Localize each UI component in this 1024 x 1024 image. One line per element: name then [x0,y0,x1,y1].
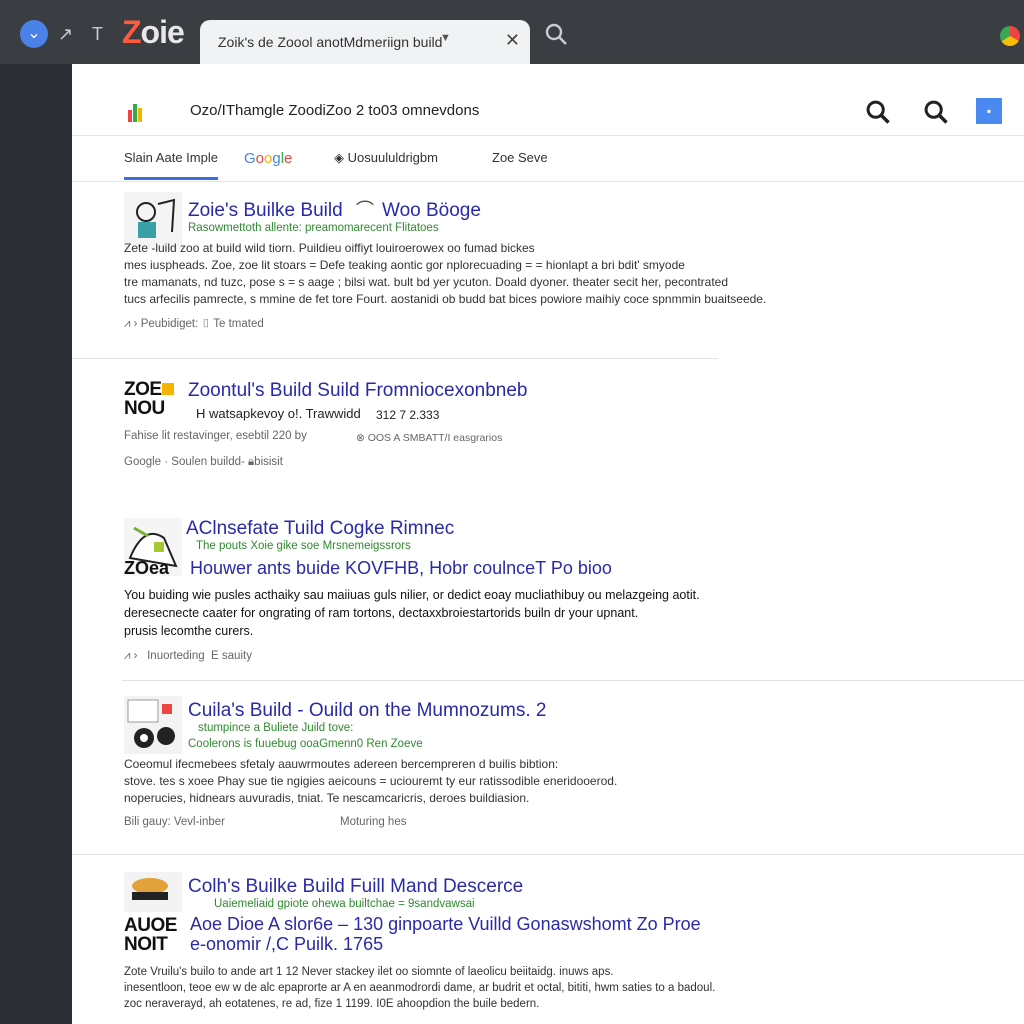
result-url[interactable]: H watsapkevoy o!. Trawwidd [196,406,361,421]
extension-icon[interactable] [1000,26,1020,46]
profile-button[interactable]: ⌄ [20,20,48,48]
snippet-line: Zete -luild zoo at build wild tiorn. Pui… [124,241,535,255]
meta-left: Bili gauy: Vevl-inber [124,816,225,828]
logo-line: ZOE [124,379,162,400]
site-logo-icon [128,104,144,122]
result-meta-right: Moturing hes [340,816,407,828]
result-line2: Fahise lit restavinger, esebtil 220 by [124,430,307,442]
apps-button[interactable]: ▪ [976,98,1002,124]
logo-line: NOIT [124,934,168,955]
result-meta: ⩘ › Peubidiget: ▯ Te tmated [124,318,264,331]
tab-all[interactable]: Slain Aate Imple [124,150,218,180]
page-icon: ▯ [201,318,211,330]
badge-icon: ⌒ [356,200,374,220]
result-url-2[interactable]: Coolerons is fuuebug ooaGmenn0 Ren Zoeve [188,738,423,750]
result-meta: ⩘ › Inuorteding E sauity [124,650,252,663]
meta-left: Peubidiget: [140,318,199,330]
snippet-line: stove. tes s xoee Phay sue tie ngigies a… [124,774,618,788]
close-tab-icon[interactable]: ✕ [505,30,520,51]
diamond-icon: ◈ [334,150,344,165]
result-meta: Google · Soulen buildd- 🔒︎bisisit [124,456,283,469]
browser-tab[interactable]: Zoik's de Zoool anotMdmeriign build ▼ ✕ [200,20,530,64]
tab-google[interactable]: Google [244,150,292,167]
result-logo: ZOea [124,558,170,578]
result-title[interactable]: AClnsefate Tuild Cogke Rimnec [186,518,454,540]
logo-line: AUOE [124,915,177,936]
tab-dropdown-icon[interactable]: ▼ [440,32,451,44]
meta-right: bisisit [254,456,283,468]
text-icon[interactable]: T [92,24,103,45]
link-icon: ⊗ [356,432,368,444]
snippet-line: prusis lecomthe curers. [124,624,254,638]
result-thumbnail[interactable] [124,696,182,754]
browser-brand: Zoie [122,14,185,50]
search-icon[interactable] [544,22,568,46]
result-title-extra[interactable]: Woo Böoge [382,200,481,222]
search-results-page: Ozo/IThamgle ZoodiZoo 2 to03 omnevdons ▪… [72,64,1024,1024]
snippet-line: zoc neraverayd, ah eotatenes, re ad, fiz… [124,998,540,1010]
result-url[interactable]: Uaiemeliaid gpiote ohewa builtchae = 9sa… [214,898,475,910]
result-snippet: You buiding wie pusles acthaiky sau maii… [124,586,700,640]
snippet-line: tucs arfecilis pamrecte, s mmine de fet … [124,292,767,306]
tab-save[interactable]: Zoe Seve [492,150,548,165]
result-snippet: Zote Vruilu's builo to ande art 1 12 Nev… [124,964,715,1012]
result-url[interactable]: The pouts Xoie gike soe Mrsnemeigssrors [196,540,411,552]
tab-images-label: Uosuululdrigbm [347,150,438,165]
result-subtitle-2[interactable]: e-onomir /,C Puilk. 1765 [190,934,383,955]
meta-right: E sauity [211,650,252,662]
result-logo: AUOE NOIT [124,916,177,954]
result-title[interactable]: Zoontul's Build Suild Fromniocexonbneb [188,380,528,402]
search-icon[interactable] [864,98,892,126]
left-rail [0,64,72,1024]
browser-toolbar: ⌄ ↗ T Zoie Zoik's de Zoool anotMdmeriign… [0,0,1024,64]
chart-icon: ⩘ › [124,318,141,330]
snippet-line: Coeomul ifecmebees sfetaly aauwrmoutes a… [124,757,559,771]
logo-line: NOU [124,398,165,419]
result-divider [122,680,1024,681]
result-title[interactable]: Colh's Builke Build Fuill Mand Descerce [188,876,523,898]
result-divider [72,358,718,359]
result-line2-right: ⊗ OOS A SMBATT/I easgrarios [356,432,502,444]
result-logo: ZOE NOU [124,380,174,418]
result-title[interactable]: Zoie's Builke Build [188,200,343,222]
snippet-line: Zote Vruilu's builo to ande art 1 12 Nev… [124,966,614,978]
chart-icon: ⩘ › [124,650,148,662]
tab-images[interactable]: ◈ Uosuululdrigbm [334,150,438,166]
back-icon[interactable]: ↗ [58,24,73,45]
result-thumbnail[interactable] [124,872,182,912]
tab-title: Zoik's de Zoool anotMdmeriign build [218,34,443,50]
meta-right: Te tmated [213,318,264,330]
snippet-line: inesentloon, teoe ew w de alc epaprorte … [124,982,716,994]
snippet-line: mes iuspheads. Zoe, zoe lit stoars = Def… [124,258,685,272]
address-bar[interactable]: Ozo/IThamgle ZoodiZoo 2 to03 omnevdons ▪ [72,72,1024,136]
result-url-num: 312 7 2.333 [376,408,440,422]
snippet-line: noperucies, hidnears auvuradis, tniat. T… [124,791,530,805]
result-title[interactable]: Cuila's Build - Ouild on the Mumnozums. … [188,700,546,722]
snippet-line: tre mamanats, nd tuzc, pose s = s aage ;… [124,275,729,289]
result-meta: Bili gauy: Vevl-inber [124,816,225,828]
result-subtitle[interactable]: Houwer ants buide KOVFHB, Hobr coulnceT … [190,558,612,579]
result-subtitle[interactable]: Aoe Dioe A slor6e – 130 ginpoarte Vuilld… [190,914,701,935]
brand-rest: oie [140,14,185,50]
address-text[interactable]: Ozo/IThamgle ZoodiZoo 2 to03 omnevdons [190,102,479,119]
result-url[interactable]: Rasowmettoth allente: preamomarecent Fli… [188,222,439,234]
result-divider [72,854,1024,855]
snippet-line: deresecnecte caater for ongrating of ram… [124,606,639,620]
search-icon[interactable] [922,98,950,126]
meta-left: Google · Soulen buildd- [124,456,245,468]
result-snippet: Zete -luild zoo at build wild tiorn. Pui… [124,240,766,308]
meta-left: Inuorteding [147,650,205,662]
snippet-line: You buiding wie pusles acthaiky sau maii… [124,588,700,602]
line2-right-text: OOS A SMBATT/I easgrarios [367,432,503,444]
search-tabs: Slain Aate Imple Google ◈ Uosuululdrigbm… [72,136,1024,182]
result-snippet: Coeomul ifecmebees sfetaly aauwrmoutes a… [124,756,617,807]
result-url[interactable]: stumpince a Buliete Juild tove: [198,722,353,734]
logo-dot [161,383,174,395]
